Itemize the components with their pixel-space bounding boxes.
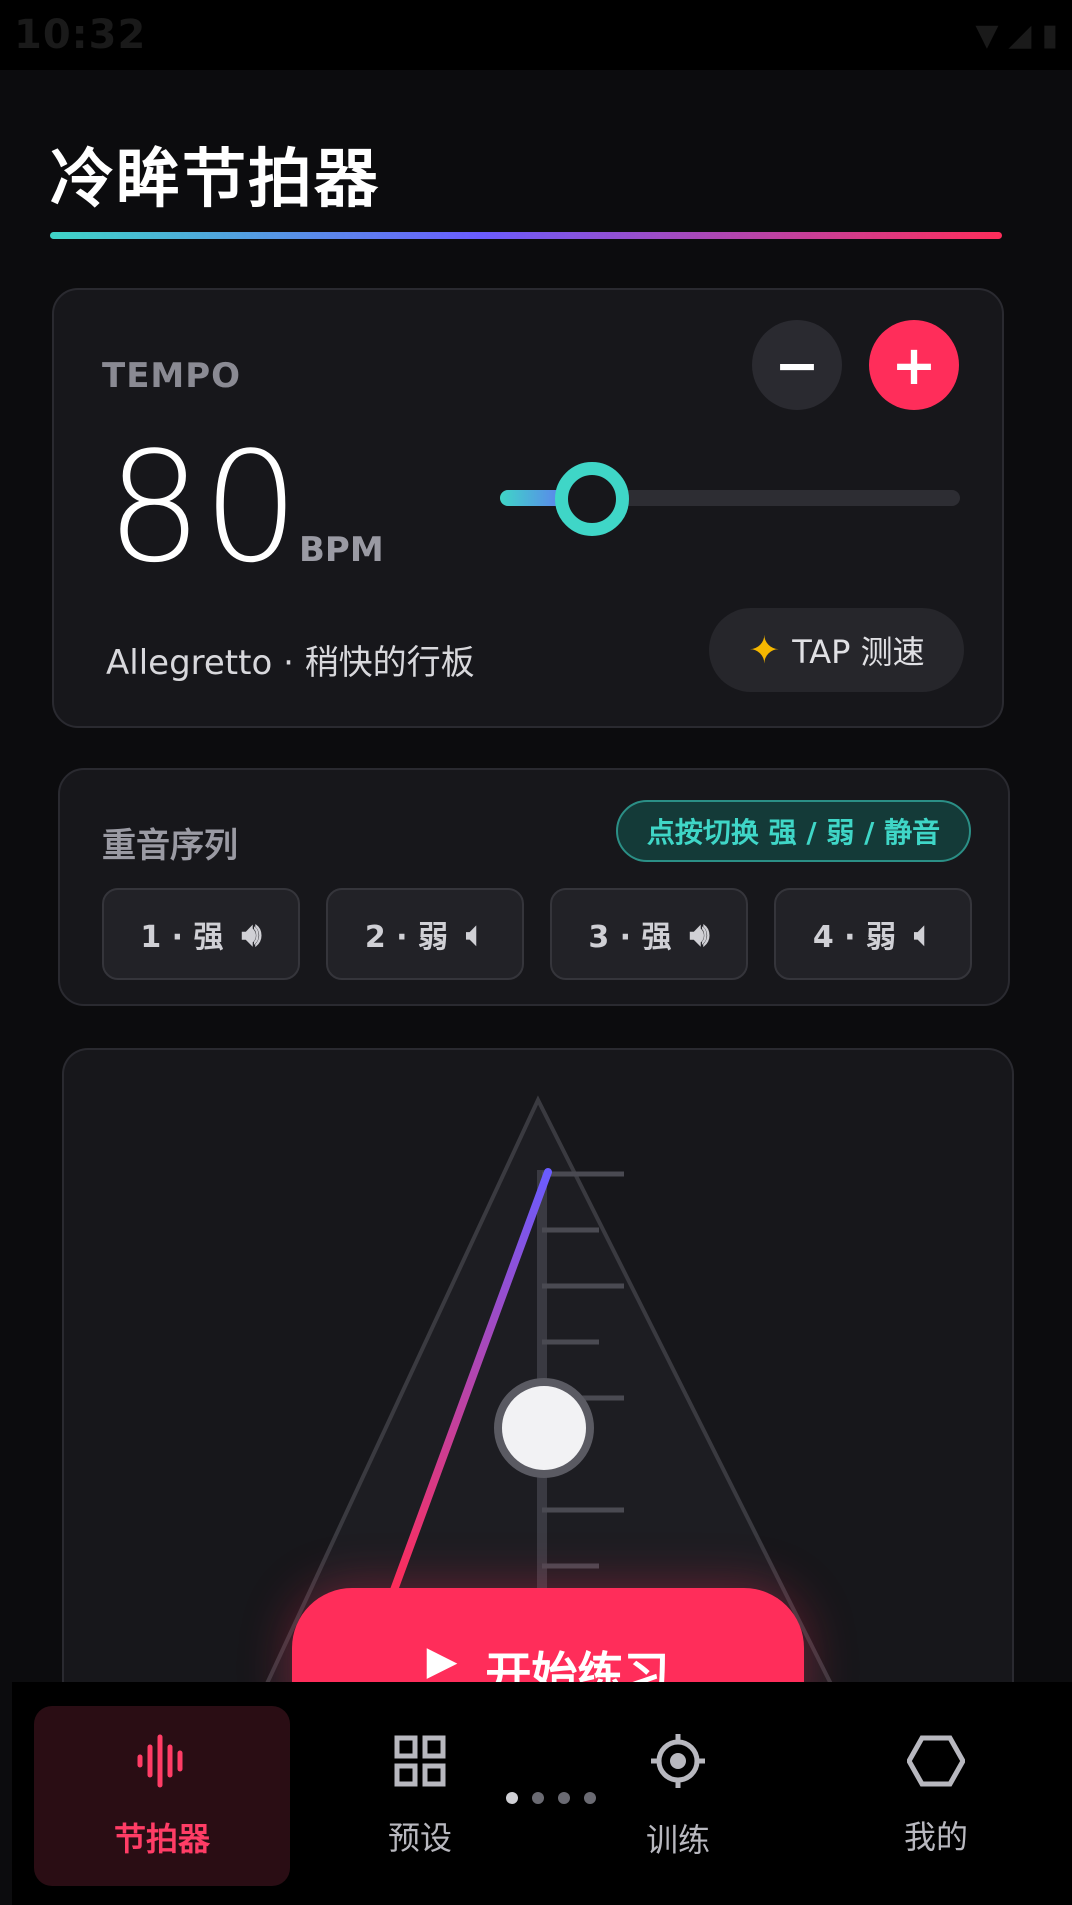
beat-button-2[interactable]: 2 · 弱 🔈︎ [326, 888, 524, 980]
beat-button-3[interactable]: 3 · 强 🔊︎ [550, 888, 748, 980]
nav-item-metronome[interactable]: 节拍器 [34, 1706, 290, 1886]
status-bar: 10:32 ▼ ◢ ▮ [0, 0, 1072, 70]
target-icon [649, 1732, 707, 1799]
bpm-value: 80 [106, 419, 300, 596]
beat-label: 2 · 弱 [364, 920, 448, 955]
waveform-icon [134, 1733, 190, 1798]
wifi-icon: ▼ [975, 17, 999, 53]
nav-item-profile[interactable]: 我的 [808, 1706, 1064, 1886]
grid-icon [393, 1734, 447, 1797]
start-practice-label: 开始练习 [485, 1647, 670, 1688]
page-title: 冷眸节拍器 [50, 143, 380, 217]
page-dot [532, 1792, 544, 1804]
accent-sequence-title: 重音序列 [102, 826, 238, 866]
start-practice-button[interactable]: ▶ 开始练习 [292, 1588, 804, 1688]
beat-label: 4 · 弱 [812, 920, 896, 955]
beat-button-4[interactable]: 4 · 弱 🔈︎ [774, 888, 972, 980]
tempo-card: TEMPO − + 80 BPM Allegretto · 稍快的行板 ✦ TA… [52, 288, 1004, 728]
metronome-visual-card: ▶ 开始练习 [62, 1048, 1014, 1688]
decrease-tempo-button[interactable]: − [752, 320, 842, 410]
battery-icon: ▮ [1041, 17, 1058, 53]
hexagon-icon [906, 1735, 966, 1796]
speaker-loud-icon: 🔊︎ [241, 914, 262, 953]
status-time: 10:32 [14, 12, 147, 58]
accent-hint-badge: 点按切换 强 / 弱 / 静音 [616, 800, 971, 862]
speaker-loud-icon: 🔊︎ [689, 914, 710, 953]
play-icon: ▶ [426, 1638, 458, 1684]
nav-label: 预设 [387, 1818, 452, 1857]
nav-label: 训练 [645, 1820, 710, 1859]
increase-tempo-button[interactable]: + [869, 320, 959, 410]
tap-tempo-label: TAP 测速 [792, 633, 925, 671]
nav-item-training[interactable]: 训练 [550, 1706, 806, 1886]
page-dot [506, 1792, 518, 1804]
beat-button-1[interactable]: 1 · 强 🔊︎ [102, 888, 300, 980]
tempo-slider-handle[interactable] [555, 462, 629, 536]
beat-list: 1 · 强 🔊︎ 2 · 弱 🔈︎ 3 · 强 🔊︎ 4 · 弱 🔈︎ [102, 888, 972, 980]
beat-label: 3 · 强 [588, 920, 672, 955]
speaker-soft-icon: 🔈︎ [913, 914, 934, 953]
tap-tempo-button[interactable]: ✦ TAP 测速 [709, 608, 964, 692]
speaker-soft-icon: 🔈︎ [465, 914, 486, 953]
status-icons: ▼ ◢ ▮ [975, 18, 1058, 53]
nav-label: 节拍器 [113, 1819, 210, 1858]
beat-label: 1 · 强 [140, 920, 224, 955]
bpm-unit: BPM [299, 530, 384, 570]
signal-icon: ◢ [1008, 17, 1032, 53]
title-gradient-divider [50, 232, 1002, 239]
nav-label: 我的 [903, 1817, 968, 1856]
sparkles-icon: ✦ [748, 628, 781, 672]
bottom-navigation: 节拍器 预设 训练 我的 [12, 1682, 1072, 1905]
accent-sequence-card: 重音序列 点按切换 强 / 弱 / 静音 1 · 强 🔊︎ 2 · 弱 🔈︎ 3… [58, 768, 1010, 1006]
tempo-label: TEMPO [102, 356, 242, 396]
tempo-name: Allegretto · 稍快的行板 [106, 643, 475, 683]
pendulum-weight[interactable] [494, 1378, 594, 1478]
